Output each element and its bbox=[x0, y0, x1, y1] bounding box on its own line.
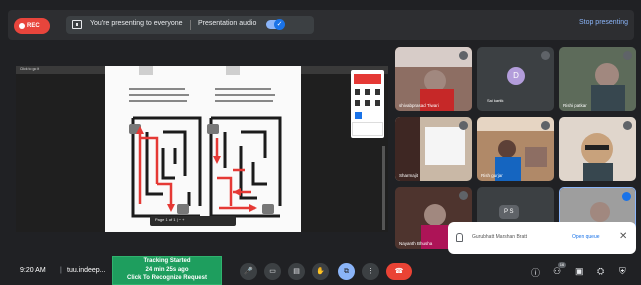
participant-name: Sharmajit bbox=[399, 173, 419, 178]
host-controls-icon[interactable]: ⛨ bbox=[619, 266, 626, 277]
divider bbox=[190, 20, 191, 30]
present-button[interactable]: ⧉ bbox=[338, 263, 355, 280]
scrollbar[interactable] bbox=[382, 146, 385, 230]
participant-name: shivabprasad Tiwari bbox=[399, 103, 439, 108]
open-queue-link[interactable]: Open queue bbox=[572, 234, 600, 240]
divider: | bbox=[60, 267, 62, 274]
close-icon[interactable]: ✕ bbox=[619, 231, 627, 242]
meeting-code: tuu.indeep... bbox=[67, 267, 106, 274]
activities-icon[interactable]: ⛭ bbox=[597, 266, 604, 277]
participant-name: Rish gurjar bbox=[481, 173, 503, 178]
mic-muted-icon bbox=[459, 191, 468, 200]
more-options-button[interactable]: ⋮ bbox=[362, 263, 379, 280]
captions-button[interactable]: ▤ bbox=[288, 263, 305, 280]
shared-tab-label: Click to go it bbox=[20, 67, 40, 71]
mic-muted-icon bbox=[541, 51, 550, 60]
presentation-audio-toggle[interactable]: ✓ bbox=[266, 19, 285, 30]
participant-tile[interactable]: Rishi patkar bbox=[559, 47, 636, 111]
selected-color-swatch[interactable] bbox=[354, 74, 381, 84]
maze-worksheet bbox=[105, 66, 301, 232]
page-zoom-toolbar[interactable]: Page 1 of 1 | − + bbox=[150, 216, 236, 226]
notification-text: Gurubhatt Marshan Bratt bbox=[472, 234, 528, 240]
participant-tile[interactable]: Rish gurjar bbox=[477, 117, 554, 181]
tracking-elapsed: 24 min 25s ago bbox=[145, 266, 189, 273]
tracking-banner[interactable]: Tracking Started 24 min 25s ago Click To… bbox=[112, 256, 222, 285]
page-zoom-text: Page 1 of 1 | − + bbox=[155, 217, 185, 222]
stop-presenting-button[interactable]: Stop presenting bbox=[579, 19, 628, 26]
info-icon[interactable]: ⓘ bbox=[531, 266, 540, 279]
recording-badge: REC bbox=[14, 18, 50, 34]
annotation-toolbar bbox=[351, 70, 384, 138]
meet-screen: REC You're presenting to everyone Presen… bbox=[0, 0, 641, 285]
mic-muted-icon bbox=[623, 121, 632, 130]
microphone-button[interactable]: 🎤 bbox=[240, 263, 257, 280]
presentation-audio-label: Presentation audio bbox=[198, 20, 257, 27]
presenting-bar: REC You're presenting to everyone Presen… bbox=[8, 10, 634, 40]
participant-tile[interactable] bbox=[559, 117, 636, 181]
participant-tile[interactable]: shivabprasad Tiwari bbox=[395, 47, 472, 111]
pen-tools-icon[interactable] bbox=[351, 86, 384, 126]
meeting-time: 9:20 AM bbox=[20, 267, 46, 274]
end-call-button[interactable]: ☎ bbox=[386, 263, 412, 280]
check-icon: ✓ bbox=[274, 19, 285, 30]
participant-name: Rishi patkar bbox=[563, 103, 587, 108]
mic-muted-icon bbox=[623, 51, 632, 60]
participant-tile[interactable]: Sharmajit bbox=[395, 117, 472, 181]
participant-name: Sai kartik bbox=[482, 97, 509, 105]
presenting-text: You're presenting to everyone bbox=[90, 20, 183, 27]
tracking-action: Click To Recognize Request bbox=[127, 275, 207, 281]
raise-hand-button[interactable]: ✋ bbox=[312, 263, 329, 280]
mic-muted-icon bbox=[459, 121, 468, 130]
participant-avatar: D bbox=[507, 67, 525, 85]
camera-button[interactable]: ▭ bbox=[264, 263, 281, 280]
grouped-avatars: P S bbox=[499, 205, 519, 219]
present-screen-icon bbox=[72, 20, 82, 29]
speaking-icon bbox=[622, 192, 631, 201]
people-count-badge: 16 bbox=[558, 262, 566, 268]
presenting-indicator: You're presenting to everyone Presentati… bbox=[66, 16, 314, 34]
shared-screen: Click to go it Page 1 of 1 | − + bbox=[16, 66, 388, 232]
mic-muted-icon bbox=[459, 51, 468, 60]
chat-icon[interactable]: ▣ bbox=[575, 266, 584, 277]
mic-muted-icon bbox=[541, 121, 550, 130]
maze-drawing bbox=[129, 66, 282, 218]
tracking-title: Tracking Started bbox=[143, 258, 191, 264]
toolbar-footer bbox=[352, 122, 383, 136]
participant-tile[interactable]: D Sai kartik bbox=[477, 47, 554, 111]
participant-name: Nayanth Bhusha bbox=[399, 241, 433, 246]
hand-raise-notification: Gurubhatt Marshan Bratt Open queue ✕ bbox=[448, 222, 636, 254]
hand-raise-icon bbox=[456, 233, 463, 242]
